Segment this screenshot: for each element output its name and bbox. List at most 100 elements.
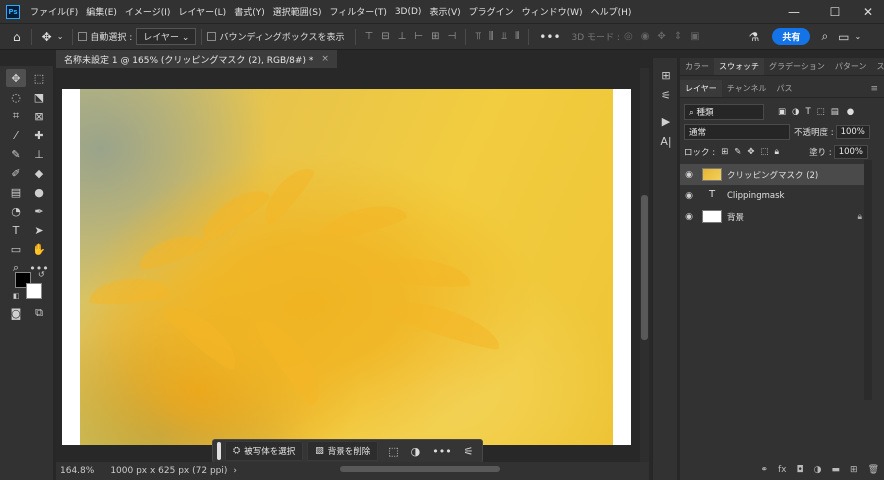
- type-tool-icon[interactable]: T: [6, 221, 26, 239]
- chevron-down-icon[interactable]: ⌄: [57, 32, 68, 41]
- distribute-top-icon[interactable]: ⫪: [471, 31, 485, 42]
- document-size-info[interactable]: 1000 px x 625 px (72 ppi): [110, 466, 227, 476]
- more-options-icon[interactable]: •••: [534, 30, 565, 44]
- align-right-icon[interactable]: ⊣: [443, 31, 460, 42]
- object-select-tool-icon[interactable]: ⬔: [29, 88, 49, 106]
- select-subject-button[interactable]: ⛭ 被写体を選択: [225, 441, 304, 461]
- 3d-scale-icon[interactable]: ▣: [686, 31, 703, 42]
- crop-tool-icon[interactable]: ⌗: [6, 107, 26, 125]
- auto-select-checkbox[interactable]: [78, 32, 88, 41]
- 3d-slide-icon[interactable]: ⇕: [670, 31, 686, 42]
- filter-pixel-icon[interactable]: ▣: [778, 107, 786, 117]
- remove-background-button[interactable]: ▨ 背景を削除: [307, 441, 379, 461]
- distribute-left-icon[interactable]: ⫴: [511, 31, 523, 42]
- layer-row[interactable]: ◉ 背景 🔒︎: [680, 206, 868, 227]
- path-select-tool-icon[interactable]: ➤: [29, 221, 49, 239]
- filter-kind-dropdown[interactable]: ⌕ 種類: [684, 104, 764, 120]
- tab-layers[interactable]: レイヤー: [680, 80, 722, 97]
- properties-panel-icon[interactable]: ⚟: [657, 86, 675, 104]
- hand-tool-icon[interactable]: ✋: [29, 240, 49, 258]
- lock-transparency-icon[interactable]: ⊞: [721, 147, 728, 157]
- filter-shape-icon[interactable]: ⬚: [817, 107, 825, 117]
- share-button[interactable]: 共有: [772, 28, 811, 45]
- stamp-tool-icon[interactable]: ⊥: [29, 145, 49, 163]
- close-window-button[interactable]: ✕: [850, 0, 884, 24]
- filter-type-icon[interactable]: T: [805, 107, 810, 117]
- fill-input[interactable]: 100%: [833, 145, 868, 159]
- menu-3d[interactable]: 3D(D): [391, 7, 426, 17]
- menu-plugins[interactable]: プラグイン: [465, 5, 518, 18]
- distribute-middle-icon[interactable]: ⫼: [485, 31, 498, 42]
- flask-icon[interactable]: ⚗: [744, 30, 765, 44]
- tab-swatches[interactable]: スウォッチ: [714, 58, 764, 75]
- chevron-right-icon[interactable]: ›: [233, 466, 237, 476]
- lock-position-icon[interactable]: ✥: [747, 147, 754, 157]
- 3d-pan-icon[interactable]: ✥: [653, 31, 669, 42]
- chevron-down-icon[interactable]: ⌄: [855, 32, 862, 41]
- frame-tool-icon[interactable]: ⊠: [29, 107, 49, 125]
- panel-menu-icon[interactable]: ≡: [870, 84, 884, 97]
- document-tab[interactable]: 名称未設定 1 @ 165% (クリッピングマスク (2), RGB/8#) *…: [56, 50, 337, 68]
- background-color-swatch[interactable]: [26, 283, 42, 299]
- default-colors-icon[interactable]: ◧: [13, 292, 20, 300]
- search-icon[interactable]: ⌕: [816, 29, 833, 44]
- horizontal-scrollbar-thumb[interactable]: [340, 466, 500, 472]
- visibility-eye-icon[interactable]: ◉: [680, 170, 698, 180]
- move-tool-icon[interactable]: ✥: [6, 69, 26, 87]
- layer-effects-icon[interactable]: fx: [773, 465, 792, 475]
- move-tool-icon[interactable]: ✥: [37, 30, 57, 44]
- menu-file[interactable]: ファイル(F): [26, 5, 82, 18]
- workspace-icon[interactable]: ▭: [833, 30, 854, 44]
- menu-type[interactable]: 書式(Y): [230, 5, 269, 18]
- layer-row[interactable]: ◉ T Clippingmask: [680, 185, 868, 206]
- gradient-tool-icon[interactable]: ▤: [6, 183, 26, 201]
- tab-color[interactable]: カラー: [680, 58, 714, 75]
- tab-gradients[interactable]: グラデーション: [764, 58, 830, 75]
- blend-mode-dropdown[interactable]: 通常: [684, 124, 790, 140]
- flower-photo-layer[interactable]: [80, 89, 613, 445]
- menu-select[interactable]: 選択範囲(S): [269, 5, 326, 18]
- bounding-box-checkbox[interactable]: [207, 32, 217, 41]
- history-brush-tool-icon[interactable]: ✐: [6, 164, 26, 182]
- menu-image[interactable]: イメージ(I): [121, 5, 175, 18]
- add-mask-icon[interactable]: ◘: [792, 465, 809, 475]
- auto-select-target-dropdown[interactable]: レイヤー ⌄: [136, 28, 197, 45]
- visibility-eye-icon[interactable]: ◉: [680, 212, 698, 222]
- visibility-eye-icon[interactable]: ◉: [680, 191, 698, 201]
- settings-sliders-icon[interactable]: ⚟: [458, 445, 480, 458]
- healing-brush-tool-icon[interactable]: ✚: [29, 126, 49, 144]
- lasso-tool-icon[interactable]: ◌: [6, 88, 26, 106]
- maximize-button[interactable]: ☐: [817, 0, 853, 24]
- align-middle-icon[interactable]: ⊟: [377, 31, 393, 42]
- filter-toggle-icon[interactable]: ●: [847, 107, 854, 117]
- transform-icon[interactable]: ⬚: [382, 445, 404, 458]
- blur-tool-icon[interactable]: ●: [29, 183, 49, 201]
- tab-paths[interactable]: パス: [772, 80, 798, 97]
- align-bottom-icon[interactable]: ⊥: [394, 31, 411, 42]
- lock-image-icon[interactable]: ✎: [734, 147, 741, 157]
- more-options-icon[interactable]: •••: [426, 445, 457, 458]
- dodge-tool-icon[interactable]: ◔: [6, 202, 26, 220]
- link-layers-icon[interactable]: ⚭: [755, 465, 773, 475]
- close-tab-icon[interactable]: ×: [321, 54, 329, 64]
- adjustment-icon[interactable]: ◑: [405, 445, 427, 458]
- minimize-button[interactable]: —: [776, 0, 812, 24]
- new-layer-icon[interactable]: ⊞: [845, 465, 863, 475]
- drag-handle[interactable]: [217, 442, 221, 460]
- lock-artboard-icon[interactable]: ⬚: [760, 147, 768, 157]
- swap-colors-icon[interactable]: ↺: [38, 270, 45, 279]
- menu-help[interactable]: ヘルプ(H): [587, 5, 636, 18]
- quick-mask-icon[interactable]: ◙: [6, 304, 26, 322]
- tab-styles[interactable]: スタイル: [871, 58, 884, 75]
- rectangle-tool-icon[interactable]: ▭: [6, 240, 26, 258]
- brush-tool-icon[interactable]: ✎: [6, 145, 26, 163]
- artboard-tool-icon[interactable]: ⬚: [29, 69, 49, 87]
- menu-layer[interactable]: レイヤー(L): [174, 5, 230, 18]
- play-actions-icon[interactable]: ▶: [657, 112, 675, 130]
- menu-view[interactable]: 表示(V): [425, 5, 464, 18]
- home-icon[interactable]: ⌂: [8, 30, 26, 44]
- 3d-orbit-icon[interactable]: ◎: [620, 31, 637, 42]
- menu-window[interactable]: ウィンドウ(W): [518, 5, 587, 18]
- lock-all-icon[interactable]: 🔒︎: [774, 147, 779, 157]
- zoom-level[interactable]: 164.8%: [60, 466, 94, 476]
